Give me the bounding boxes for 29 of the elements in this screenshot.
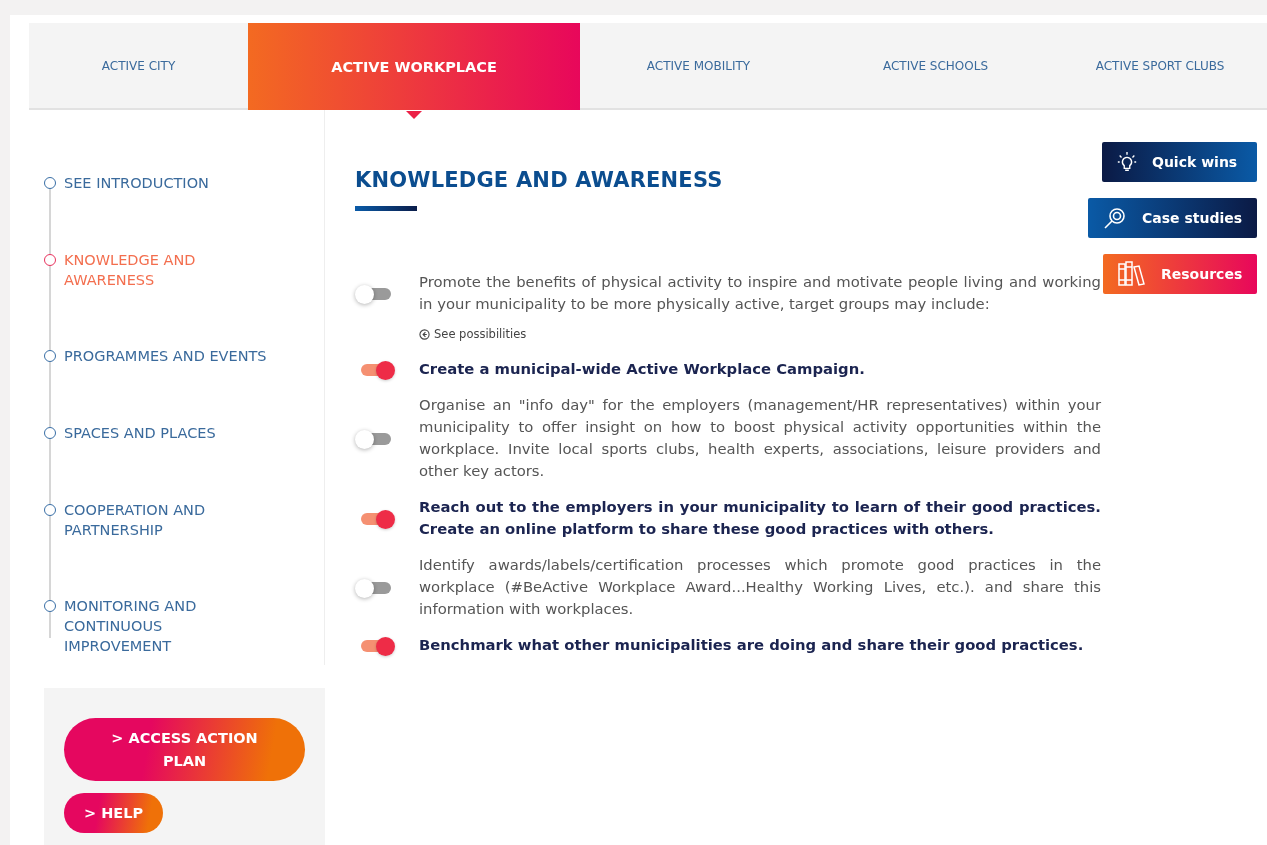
sidebar-link[interactable]: SPACES AND PLACES [64,423,271,443]
tab[interactable]: ACTIVE SPORT CLUBS [1054,23,1266,108]
sidebar-link[interactable]: PROGRAMMES AND EVENTS [64,346,271,366]
resource-button[interactable]: Resources [1103,254,1257,294]
tab[interactable]: ACTIVE CITY [29,23,248,108]
lightbulb-icon [1116,151,1138,173]
item-text: Benchmark what other municipalities are doing and share their good practices. [419,634,1085,655]
arrow-circle-icon [419,328,430,340]
books-icon [1117,261,1147,287]
tab-pointer-icon [406,111,422,119]
resource-button[interactable]: Quick wins [1102,142,1257,182]
see-possibilities-link[interactable]: See possibilities [419,327,527,341]
sidebar-link[interactable]: COOPERATION AND PARTNERSHIP [64,500,271,540]
section-heading: KNOWLEDGE AND AWARENESS [355,168,724,192]
item-text: Reach out to the employers in your municipality to learn of their good practices. Create an online platform to share these good practices with others. [419,496,1101,539]
item-text: Create a municipal-wide Active Workplace Campaign. [419,358,866,379]
item-text: Identify awards/labels/certification processes which promote good practices in the workplace (#BeActive Workplace Award...Healthy Working Lives, etc.). and share this information with workplaces. [419,554,1101,619]
sidebar-link[interactable]: KNOWLEDGE AND AWARENESS [64,250,271,290]
heading-underline [355,206,417,211]
item-text: Organise an "info day" for the employers (management/HR representatives) within your municipality to offer insight on how to boost physical activity opportunities within the workplace. Invite local sports clubs, health experts, associations, leisure providers and other key actors. [419,394,1101,481]
resource-button[interactable]: Case studies [1088,198,1257,238]
sidebar-link[interactable]: SEE INTRODUCTION [64,173,271,193]
tab[interactable]: ACTIVE MOBILITY [580,23,817,108]
help-button[interactable]: > HELP [64,793,164,833]
item-text: Promote the benefits of physical activity to inspire and motivate people living and working in your municipality to be more physically active, target groups may include: [419,272,1101,314]
sidebar-link[interactable]: MONITORING AND CONTINUOUS IMPROVEMENT [64,596,271,656]
tab[interactable]: ACTIVE SCHOOLS [817,23,1054,108]
action-plan-button[interactable]: > ACCESS ACTION PLAN [64,718,305,781]
magnifier-icon [1102,206,1128,230]
